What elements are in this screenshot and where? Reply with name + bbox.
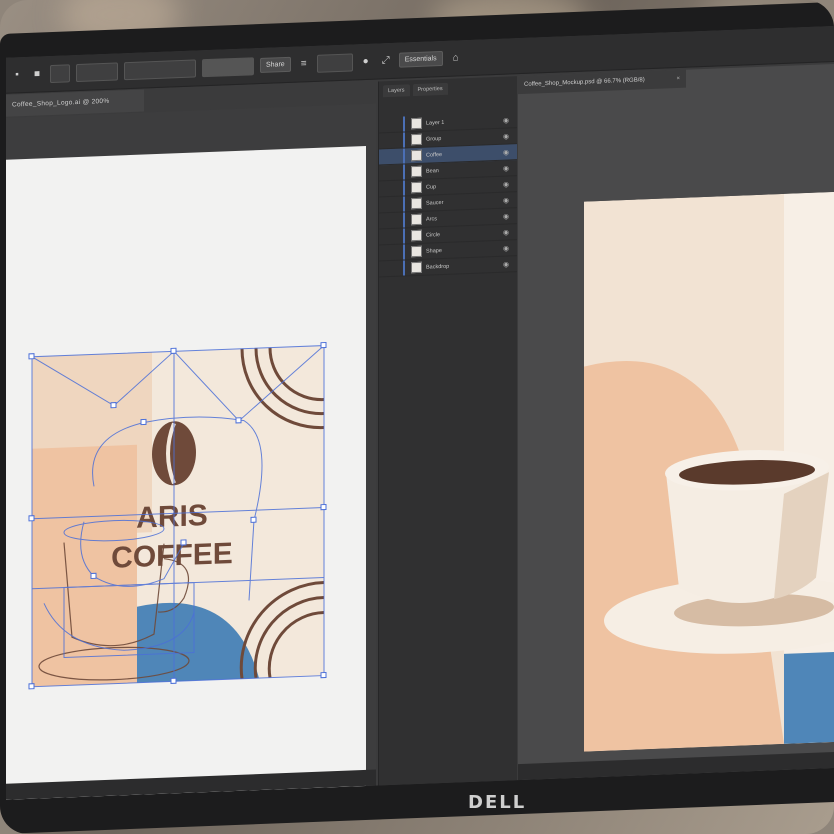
layer-thumbnail xyxy=(411,117,422,130)
layer-thumbnail xyxy=(411,245,422,258)
logo-artwork[interactable]: ARIS COFFEE xyxy=(24,337,329,694)
fill-swatch[interactable] xyxy=(50,63,70,83)
layer-thumbnail xyxy=(411,213,422,226)
selection-icon[interactable]: ▪ xyxy=(10,68,24,83)
artboard: ARIS COFFEE xyxy=(6,145,366,800)
photo-scene: ▪ ■ Share ≡ ● ⤢ Essentials ⌂ Coffee_Shop… xyxy=(0,0,834,834)
align-icon[interactable]: ≡ xyxy=(297,57,311,72)
visibility-eye-icon[interactable]: ◉ xyxy=(503,260,517,268)
layer-number xyxy=(379,124,403,125)
visibility-eye-icon[interactable]: ◉ xyxy=(503,244,517,252)
layer-indent-bar xyxy=(403,180,405,196)
visibility-eye-icon[interactable]: ◉ xyxy=(503,132,517,140)
logo-text-line2: COFFEE xyxy=(111,537,233,575)
visibility-eye-icon[interactable]: ◉ xyxy=(503,180,517,188)
layer-name: Group xyxy=(426,135,442,143)
visibility-eye-icon[interactable]: ◉ xyxy=(503,116,517,124)
layer-indent-bar xyxy=(403,116,405,132)
visibility-eye-icon[interactable]: ◉ xyxy=(503,164,517,172)
layer-thumbnail xyxy=(411,261,422,274)
visibility-eye-icon[interactable]: ◉ xyxy=(503,212,517,220)
layer-list: Layer 1 ◉ Group ◉ Coffee ◉ Bean ◉ Cup ◉ … xyxy=(379,112,517,278)
layer-thumbnail xyxy=(411,149,422,162)
layer-indent-bar xyxy=(403,228,405,244)
layer-indent-bar xyxy=(403,148,405,164)
layer-indent-bar xyxy=(403,164,405,180)
circle-icon[interactable]: ● xyxy=(359,54,373,69)
layer-thumbnail xyxy=(411,133,422,146)
transform-icon[interactable]: ⤢ xyxy=(379,53,393,68)
essentials-button[interactable]: Essentials xyxy=(398,50,443,68)
monitor-brand-logo: DELL xyxy=(468,792,527,813)
brush-definition-field[interactable] xyxy=(124,58,196,80)
layer-indent-bar xyxy=(403,244,405,260)
mockup-preview[interactable] xyxy=(584,191,834,752)
layer-number xyxy=(379,204,403,205)
style-field[interactable] xyxy=(202,56,254,77)
preview-blue-block xyxy=(784,651,834,744)
logo-text-line1: ARIS xyxy=(136,499,208,535)
layer-name: Backdrop xyxy=(426,263,450,271)
monitor: ▪ ■ Share ≡ ● ⤢ Essentials ⌂ Coffee_Shop… xyxy=(0,1,834,834)
layer-name: Saucer xyxy=(426,199,444,207)
layer-number xyxy=(379,172,403,173)
right-document-tab[interactable]: Coffee_Shop_Mockup.psd @ 66.7% (RGB/8) × xyxy=(518,69,686,95)
layer-thumbnail xyxy=(411,165,422,178)
layer-indent-bar xyxy=(403,260,405,276)
layer-name: Cup xyxy=(426,183,437,191)
workspace-icon[interactable]: ⌂ xyxy=(449,51,463,66)
right-status-bar xyxy=(518,751,834,781)
layer-thumbnail xyxy=(411,197,422,210)
close-icon[interactable]: × xyxy=(676,70,680,88)
right-document-tab-label: Coffee_Shop_Mockup.psd @ 66.7% (RGB/8) xyxy=(524,77,645,88)
layer-name: Arcs xyxy=(426,215,437,223)
layer-number xyxy=(379,188,403,189)
visibility-eye-icon[interactable]: ◉ xyxy=(503,148,517,156)
left-canvas-area: ARIS COFFEE xyxy=(6,103,376,800)
layer-thumbnail xyxy=(411,181,422,194)
tab-properties[interactable]: Properties xyxy=(412,82,448,97)
layer-number xyxy=(379,252,403,253)
opacity-field[interactable] xyxy=(316,52,353,73)
visibility-eye-icon[interactable]: ◉ xyxy=(503,228,517,236)
layers-panel: Layers Properties Layer 1 ◉ Group ◉ Coff… xyxy=(378,76,517,786)
layer-number xyxy=(379,156,403,157)
share-button[interactable]: Share xyxy=(260,56,291,74)
layer-indent-bar xyxy=(403,212,405,228)
right-canvas-area: Coffee_Shop_Mockup.psd @ 66.7% (RGB/8) × xyxy=(518,63,834,781)
tab-layers[interactable]: Layers xyxy=(383,84,410,98)
layer-number xyxy=(379,220,403,221)
fill-icon[interactable]: ■ xyxy=(30,67,44,82)
layer-indent-bar xyxy=(403,132,405,148)
visibility-eye-icon[interactable]: ◉ xyxy=(503,196,517,204)
layer-name: Shape xyxy=(426,247,442,255)
layer-number xyxy=(379,140,403,141)
stroke-weight-field[interactable] xyxy=(76,61,118,82)
layer-name: Circle xyxy=(426,231,441,239)
layer-name: Bean xyxy=(426,167,439,175)
layer-number xyxy=(379,236,403,237)
layer-name: Layer 1 xyxy=(426,119,445,127)
layer-number xyxy=(379,268,403,269)
screen: ▪ ■ Share ≡ ● ⤢ Essentials ⌂ Coffee_Shop… xyxy=(6,25,834,800)
layer-name: Coffee xyxy=(426,151,443,159)
layer-indent-bar xyxy=(403,196,405,212)
layer-thumbnail xyxy=(411,229,422,242)
